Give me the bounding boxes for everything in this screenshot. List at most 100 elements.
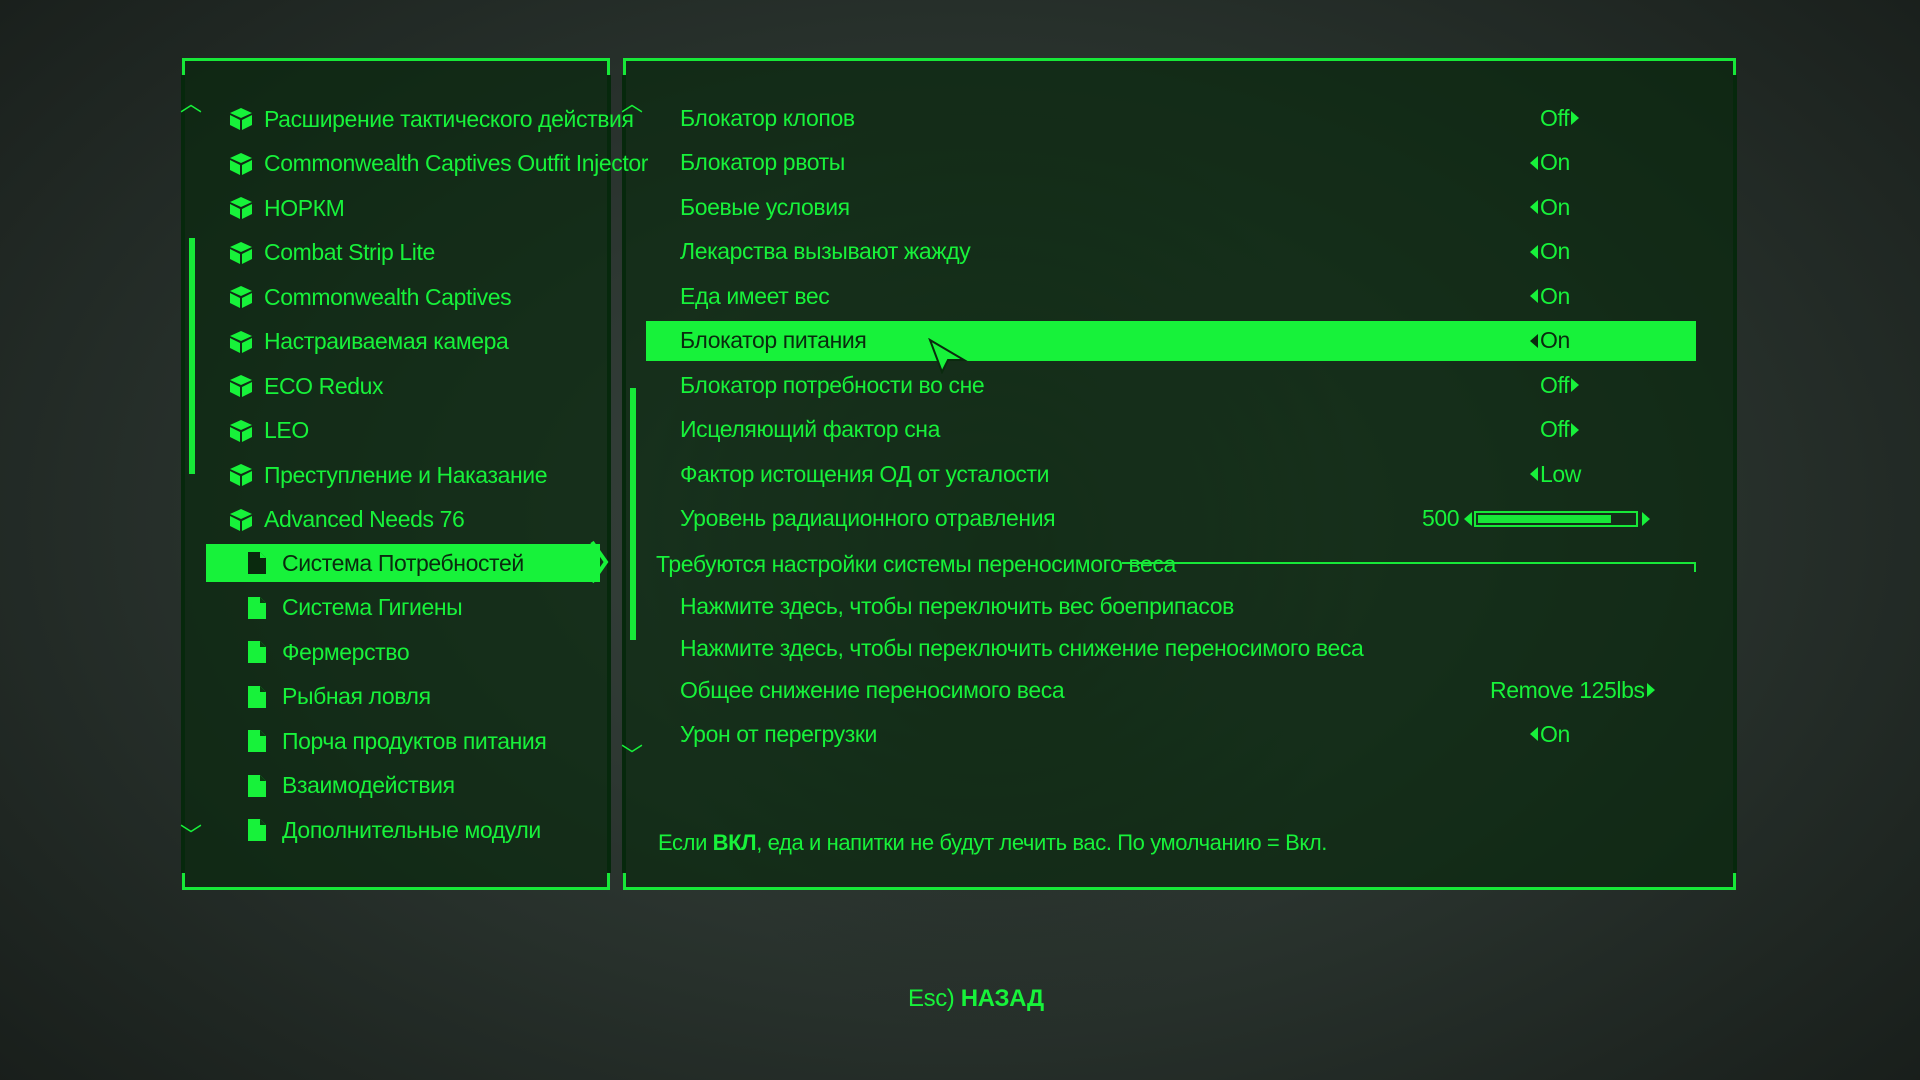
page-item-label: Рыбная ловля <box>282 683 431 709</box>
option-value[interactable]: On <box>1530 327 1570 354</box>
page-icon <box>246 817 268 843</box>
mod-item-label: Настраиваемая камера <box>264 328 509 354</box>
option-row[interactable]: Нажмите здесь, чтобы переключить снижени… <box>646 628 1696 668</box>
option-row[interactable]: Блокатор потребности во сне Off <box>646 365 1696 405</box>
arrow-right-icon[interactable] <box>1646 683 1655 697</box>
mod-item[interactable]: Advanced Needs 76 <box>228 501 465 539</box>
option-label: Блокатор рвоты <box>680 149 845 175</box>
option-label: Боевые условия <box>680 193 850 220</box>
mod-item[interactable]: Commonwealth Captives <box>228 278 512 316</box>
mod-item[interactable]: Расширение тактического действия <box>228 100 634 138</box>
option-value[interactable]: Low <box>1530 461 1581 488</box>
arrow-left-icon[interactable] <box>1530 289 1538 303</box>
option-row[interactable]: Фактор истощения ОД от усталости Low <box>646 454 1696 494</box>
mod-item[interactable]: ECO Redux <box>228 367 384 405</box>
option-value[interactable]: Off <box>1540 372 1580 399</box>
mod-item[interactable]: Настраиваемая камера <box>228 323 509 361</box>
option-row[interactable]: Боевые условия On <box>646 187 1696 227</box>
option-label: Блокатор потребности во сне <box>680 371 985 398</box>
settings-scrollbar[interactable] <box>630 388 636 640</box>
page-item-label: Система Потребностей <box>282 549 524 576</box>
mod-item-label: Combat Strip Lite <box>264 239 435 265</box>
option-row[interactable]: Блокатор рвоты On <box>646 143 1696 183</box>
option-label: Лекарства вызывают жажду <box>680 238 971 264</box>
settings-scroll-down-icon[interactable]: ﹀ <box>621 746 643 768</box>
radiation-slider[interactable] <box>1474 510 1638 527</box>
mod-item[interactable]: НОРКМ <box>228 189 345 227</box>
option-row[interactable]: Лекарства вызывают жажду On <box>646 232 1696 272</box>
option-value[interactable]: On <box>1530 283 1570 310</box>
settings-scroll-up-icon[interactable]: ︿ <box>621 94 643 116</box>
mouse-cursor-icon <box>928 338 968 374</box>
page-icon <box>246 728 268 754</box>
option-description: Если ВКЛ, еда и напитки не будут лечить … <box>658 830 1327 855</box>
page-icon <box>246 595 268 621</box>
arrow-left-icon[interactable] <box>1530 155 1538 170</box>
box-icon <box>228 418 254 444</box>
option-row[interactable]: Исцеляющий фактор сна Off <box>646 410 1696 450</box>
page-icon <box>246 550 268 576</box>
box-icon <box>228 240 254 266</box>
section-title: Требуются настройки системы переносимого… <box>656 550 1176 577</box>
box-icon <box>228 195 254 221</box>
box-icon <box>228 329 254 355</box>
option-row[interactable]: Еда имеет вес On <box>646 276 1696 316</box>
slider-fill <box>1478 514 1611 523</box>
page-icon <box>246 773 268 799</box>
arrow-left-icon[interactable] <box>1530 244 1538 259</box>
option-row[interactable]: Урон от перегрузки On <box>646 714 1696 754</box>
mod-list-scroll-down-icon[interactable]: ﹀ <box>180 826 202 848</box>
arrow-left-icon[interactable] <box>1530 727 1538 741</box>
arrow-right-icon[interactable] <box>1571 111 1580 125</box>
slider-right-arrow-icon[interactable] <box>1642 511 1650 526</box>
page-item[interactable]: Порча продуктов питания <box>246 722 547 760</box>
option-row[interactable]: Блокатор питания On <box>646 320 1696 361</box>
page-item-label: Фермерство <box>282 638 410 665</box>
section-header-carry-weight: Требуются настройки системы переносимого… <box>656 546 1176 582</box>
option-value[interactable]: Remove 125lbs <box>1490 677 1655 704</box>
page-item[interactable]: Система Потребностей <box>206 544 600 582</box>
mod-item[interactable]: Преступление и Наказание <box>228 456 548 494</box>
arrow-right-icon[interactable] <box>1571 378 1580 392</box>
option-label: Урон от перегрузки <box>680 720 877 747</box>
option-value[interactable]: On <box>1530 238 1570 265</box>
mod-item-label: Commonwealth Captives Outfit Injector <box>264 150 649 176</box>
mod-list-scrollbar[interactable] <box>189 238 195 474</box>
back-button[interactable]: Esc) НАЗАД <box>908 985 1044 1013</box>
box-icon <box>228 462 254 488</box>
page-icon <box>246 684 268 710</box>
mod-item-label: LEO <box>264 417 309 443</box>
slider-left-arrow-icon[interactable] <box>1464 511 1472 526</box>
mod-item[interactable]: Commonwealth Captives Outfit Injector <box>228 145 648 183</box>
page-item[interactable]: Система Гигиены <box>246 589 463 627</box>
page-item[interactable]: Дополнительные модули <box>246 811 541 849</box>
arrow-left-icon[interactable] <box>1530 467 1538 481</box>
option-value[interactable]: On <box>1530 721 1570 748</box>
section-divider <box>1122 562 1696 572</box>
mod-list-scroll-up-icon[interactable]: ︿ <box>180 94 202 116</box>
option-value[interactable]: On <box>1530 194 1570 221</box>
back-key-label: Esc) <box>908 985 955 1012</box>
mod-item[interactable]: LEO <box>228 412 309 450</box>
arrow-left-icon[interactable] <box>1530 200 1538 214</box>
arrow-right-icon[interactable] <box>1571 422 1580 437</box>
mod-item-label: Advanced Needs 76 <box>264 506 465 532</box>
mod-item-label: Commonwealth Captives <box>264 283 512 310</box>
option-label: Уровень радиационного отравления <box>680 505 1056 531</box>
option-row[interactable]: Нажмите здесь, чтобы переключить вес бое… <box>646 586 1696 626</box>
option-value[interactable]: Off <box>1540 416 1580 443</box>
box-icon <box>228 284 254 310</box>
page-item[interactable]: Рыбная ловля <box>246 678 431 716</box>
page-item-label: Взаимодействия <box>282 772 455 798</box>
option-label: Фактор истощения ОД от усталости <box>680 460 1050 487</box>
option-label: Блокатор клопов <box>680 104 855 131</box>
page-item[interactable]: Взаимодействия <box>246 767 455 805</box>
arrow-left-icon[interactable] <box>1530 333 1538 348</box>
mod-item[interactable]: Combat Strip Lite <box>228 234 435 272</box>
option-value[interactable]: Off <box>1540 105 1580 132</box>
option-row[interactable]: Блокатор клопов Off <box>646 98 1696 138</box>
option-row[interactable]: Общее снижение переносимого веса Remove 1… <box>646 670 1696 710</box>
option-value[interactable]: On <box>1530 149 1570 176</box>
mod-item-label: ECO Redux <box>264 372 384 399</box>
page-item[interactable]: Фермерство <box>246 633 410 671</box>
